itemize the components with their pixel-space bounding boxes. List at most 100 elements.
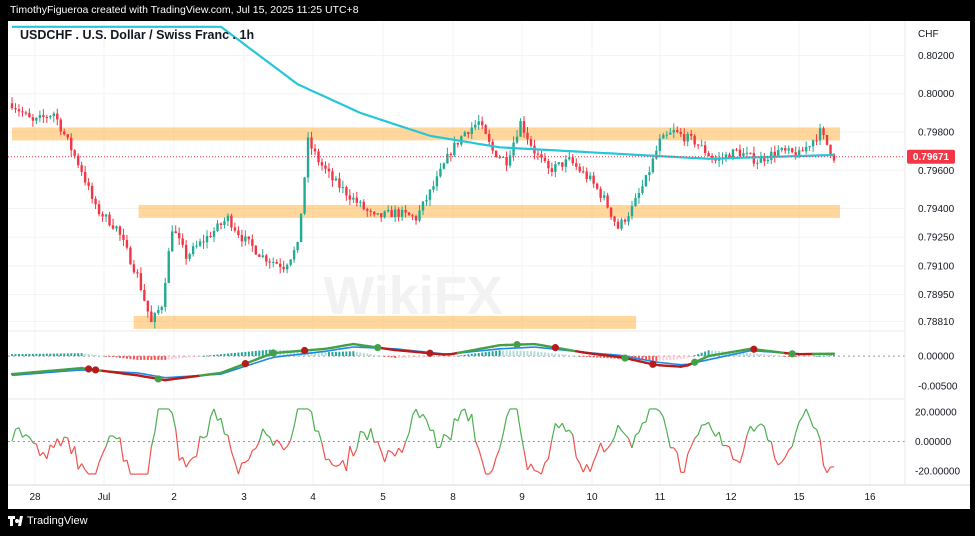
candle-body [157,309,160,314]
candle-body [237,230,240,235]
tradingview-logo[interactable]: TradingView [8,515,88,527]
candle-body [83,171,87,183]
candle-body [393,209,397,217]
macd-histogram-bar [21,353,24,357]
candle-body [181,238,184,245]
macd-histogram-bar [129,356,132,360]
candle-body [432,186,435,190]
candle-body [383,211,386,218]
macd-histogram-bar [394,356,397,358]
macd-histogram-bar [582,356,585,357]
chart-frame[interactable]: WikiFX 0.80200 0.80000 0.79800 0.79600 0.794… [8,21,970,509]
time-tick-label: 9 [519,492,525,503]
candle-body [247,236,251,240]
macd-histogram-bar [366,353,369,357]
candle-body [174,231,177,234]
candle-body [376,213,379,215]
candle-body [519,121,522,137]
candle-body [212,230,216,237]
candle-body [261,255,264,257]
macd-histogram-bar [157,356,160,360]
macd-histogram-bar [132,356,135,360]
candle-body [285,264,289,270]
candle-body [627,216,630,222]
macd-histogram-bar [352,351,355,357]
candle-body [292,250,296,260]
candle-body [24,112,28,114]
candle-body [547,160,550,169]
candle-body [139,273,143,290]
macd-histogram-bar [463,354,466,357]
macd-histogram-bar [763,354,766,357]
candle-body [118,226,122,235]
candle-body [411,215,414,217]
candle-body [505,156,508,166]
macd-histogram-bar [411,356,414,358]
macd-histogram-bar [42,353,45,357]
macd-histogram-bar [484,352,487,357]
candle-body [595,183,599,189]
macd-histogram-bar [460,355,463,357]
oscillator-segment [436,446,441,449]
macd-histogram-bar [338,351,341,357]
candle-body [689,133,693,136]
macd-histogram-bar [160,356,163,360]
macd-histogram-bar [523,350,526,357]
candle-body [453,142,456,156]
candle-body [14,108,17,110]
time-tick-label: 16 [864,492,876,503]
candle-body [474,124,477,128]
macd-histogram-bar [91,354,94,357]
macd-cross-marker [91,366,100,374]
candle-body [56,113,59,120]
macd-histogram-bar [202,355,205,357]
macd-histogram-bar [516,350,519,357]
candle-body [313,148,317,152]
macd-histogram-bar [108,356,111,357]
candle-body [425,199,428,202]
candle-body [428,189,432,200]
candle-body [73,150,76,156]
macd-histogram-bar [206,355,209,357]
candle-body [648,172,651,176]
candle-body [801,150,804,152]
macd-histogram-bar [28,353,31,357]
candle-body [219,223,223,226]
candle-body [31,117,35,121]
candle-body [477,121,480,125]
macd-histogram-bar [801,356,804,357]
candle-body [327,168,331,172]
candle-body [146,300,150,312]
candle-body [738,149,742,157]
candle-body [791,148,794,153]
macd-histogram-bar [94,354,97,357]
macd-histogram-bar [63,353,66,357]
macd-histogram-bar [442,356,445,358]
candle-body [662,134,665,139]
candle-body [481,121,484,126]
candle-body [359,201,362,203]
macd-histogram-bar [798,356,801,357]
candle-body [216,223,219,231]
macd-histogram-bar [258,350,261,357]
candle-body [390,210,393,217]
candle-body [641,186,644,194]
chart-canvas[interactable]: WikiFX 0.802000.800000.798000.796000.794… [8,21,970,509]
candle-body [223,221,226,226]
macd-histogram-bar [770,354,773,357]
candle-body [777,150,780,157]
candle-body [498,157,501,159]
candle-body [703,145,707,154]
oscillator-segment [374,440,378,444]
candle-body [644,175,648,187]
macd-histogram-bar [59,353,62,357]
macd-histogram-bar [17,354,20,357]
macd-histogram-bar [11,354,13,357]
macd-histogram-bar [808,356,811,357]
candle-body [132,264,136,273]
candle-body [52,113,55,117]
candle-body [101,214,104,217]
candle-body [268,261,271,263]
macd-histogram-bar [498,350,501,357]
candle-body [136,272,139,274]
